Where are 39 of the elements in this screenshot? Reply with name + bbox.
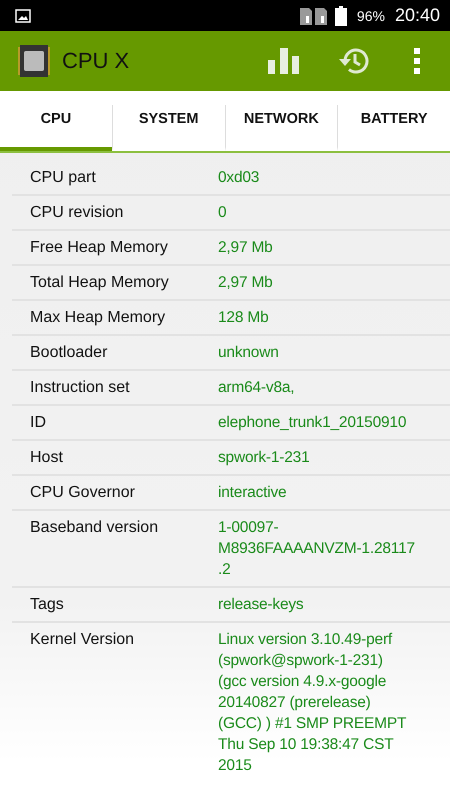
property-label: Bootloader — [30, 343, 108, 363]
property-label: Free Heap Memory — [30, 238, 169, 258]
property-value: spwork-1-231 — [218, 448, 310, 468]
property-label: Tags — [30, 595, 65, 615]
sim-card-icon — [298, 6, 329, 26]
property-label: Total Heap Memory — [30, 273, 170, 293]
property-label: CPU part — [30, 168, 97, 188]
chip-icon — [18, 45, 50, 77]
property-value: 0xd03 — [218, 168, 260, 188]
property-value: 0 — [218, 203, 226, 223]
history-icon[interactable] — [338, 46, 370, 76]
property-value: release-keys — [218, 595, 304, 615]
property-label: Instruction set — [30, 378, 131, 398]
property-value: arm64-v8a, — [218, 378, 294, 398]
property-label: Host — [30, 448, 64, 468]
bar-chart-icon[interactable] — [268, 48, 300, 74]
property-label: CPU revision — [30, 203, 124, 223]
property-value: 128 Mb — [218, 308, 268, 328]
property-value: elephone_trunk1_20150910 — [218, 413, 406, 433]
clock-time: 20:40 — [394, 5, 440, 26]
property-label: CPU Governor — [30, 483, 136, 503]
tab[interactable]: BATTERY — [337, 105, 450, 151]
property-label: Baseband version — [30, 518, 160, 538]
property-value: 2,97 Mb — [218, 238, 273, 258]
property-value: 1-00097- M8936FAAAANVZM-1.28117 .2 — [218, 518, 415, 580]
battery-percent: 96% — [356, 8, 385, 24]
property-label: Kernel Version — [30, 630, 136, 650]
tab[interactable]: NETWORK — [224, 105, 338, 151]
app-title: CPU X — [62, 48, 130, 74]
tab[interactable]: SYSTEM — [112, 105, 224, 151]
property-value: unknown — [218, 343, 279, 363]
property-label: ID — [30, 413, 47, 433]
property-value: 2,97 Mb — [218, 273, 273, 293]
picture-notification-icon — [15, 8, 31, 22]
property-label: Max Heap Memory — [30, 308, 166, 328]
property-value: interactive — [218, 483, 286, 503]
battery-icon — [334, 6, 347, 26]
property-value: Linux version 3.10.49-perf (spwork@spwork-1-231) (gcc version 4.9.x-google 20140827 (prerelease) (GCC) ) #1 SMP PREEMPT Thu Sep 10 19:38:47 CST 2015 — [218, 630, 406, 776]
more-menu-icon[interactable] — [414, 48, 420, 74]
